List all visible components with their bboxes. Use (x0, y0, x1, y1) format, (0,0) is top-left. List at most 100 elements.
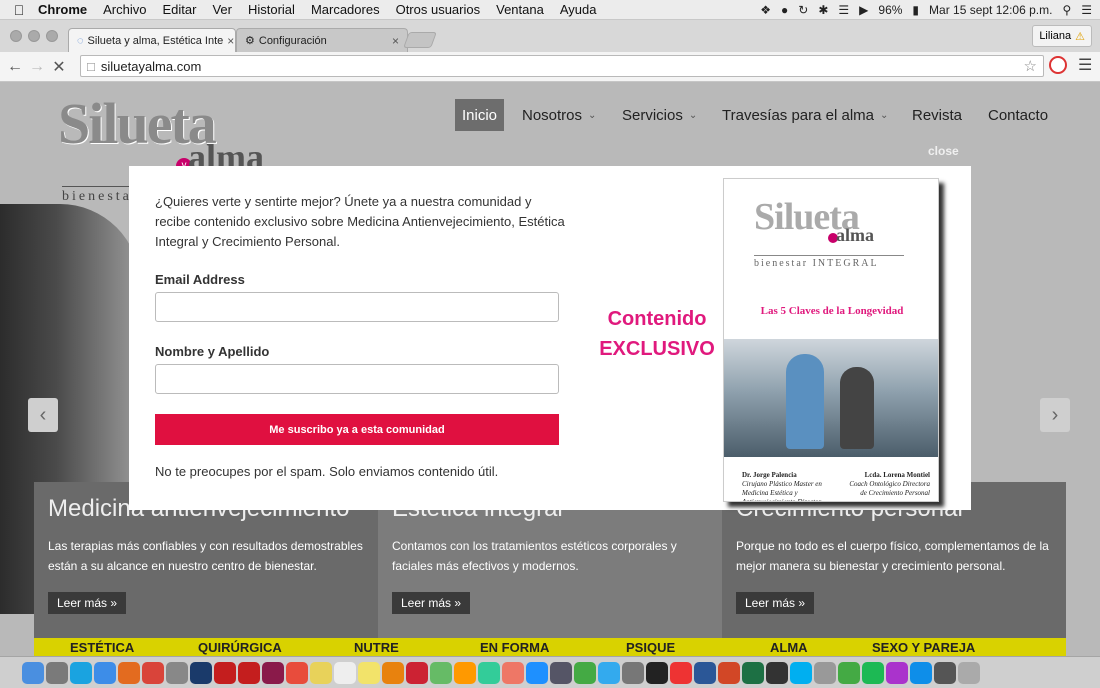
preview-icon[interactable] (166, 661, 188, 684)
back-arrow-icon[interactable]: ← (4, 56, 26, 78)
menu-ver[interactable]: Ver (204, 2, 240, 17)
maps-icon[interactable] (574, 661, 596, 684)
finder-icon[interactable] (22, 661, 44, 684)
amazon-icon[interactable] (454, 661, 476, 684)
ibooks-icon[interactable] (502, 661, 524, 684)
close-window-button[interactable] (10, 30, 22, 42)
tab-configuracion[interactable]: ⚙ Configuración × (236, 28, 408, 52)
nav-travesias[interactable]: Travesías para el alma ⌄ (722, 99, 888, 131)
iphone-icon[interactable] (934, 661, 956, 684)
terminal-icon[interactable] (766, 661, 788, 684)
category-quirurgica[interactable]: QUIRÚRGICA (198, 640, 282, 655)
appstore-icon[interactable] (526, 661, 548, 684)
radiation-icon[interactable] (646, 661, 668, 684)
tab-close-icon[interactable]: × (392, 34, 399, 48)
popcorn-icon[interactable] (670, 661, 692, 684)
read-more-button[interactable]: Leer más » (48, 592, 127, 614)
photos-icon[interactable] (430, 661, 452, 684)
textedit-icon[interactable] (334, 661, 356, 684)
apple-icon[interactable]:  (8, 2, 30, 18)
nav-contacto[interactable]: Contacto (988, 99, 1048, 131)
category-en-forma[interactable]: EN FORMA (480, 640, 549, 655)
category-psique[interactable]: PSIQUE (626, 640, 675, 655)
slider-next-button[interactable]: › (1040, 398, 1070, 432)
system-icon[interactable] (814, 661, 836, 684)
acrobat-icon[interactable] (214, 661, 236, 684)
battery-percent[interactable]: 96% (878, 3, 902, 17)
downloads-icon[interactable] (598, 661, 620, 684)
menu-marcadores[interactable]: Marcadores (303, 2, 388, 17)
read-more-button[interactable]: Leer más » (736, 592, 815, 614)
spotlight-icon[interactable]: ⚲ (1062, 3, 1071, 17)
menu-historial[interactable]: Historial (240, 2, 303, 17)
address-bar[interactable]: □ siluetayalma.com ☆ (80, 55, 1044, 77)
calendar-icon[interactable] (286, 661, 308, 684)
messages-icon[interactable] (838, 661, 860, 684)
menu-hamburger-icon[interactable]: ☰ (1078, 55, 1092, 75)
imovie-icon[interactable] (550, 661, 572, 684)
excel-icon[interactable] (742, 661, 764, 684)
indesign-icon[interactable] (262, 661, 284, 684)
minimize-window-button[interactable] (28, 30, 40, 42)
menu-archivo[interactable]: Archivo (95, 2, 154, 17)
pinwheel-icon[interactable] (406, 661, 428, 684)
clock[interactable]: Mar 15 sept 12:06 p.m. (929, 3, 1052, 17)
forward-arrow-icon[interactable]: → (26, 56, 48, 78)
skype-blue-icon[interactable] (790, 661, 812, 684)
wifi-icon[interactable]: ☰ (838, 3, 849, 17)
subscribe-button[interactable]: Me suscribo ya a esta comunidad (155, 414, 559, 445)
category-nutre[interactable]: NUTRE (354, 640, 399, 655)
dropbox-icon[interactable]: ❖ (760, 3, 771, 17)
modal-close-link[interactable]: close (928, 144, 959, 158)
stickies-icon[interactable] (358, 661, 380, 684)
photoshop-icon[interactable] (190, 661, 212, 684)
bookmark-star-icon[interactable]: ☆ (1024, 57, 1037, 75)
powerpoint-icon[interactable] (718, 661, 740, 684)
safari-icon[interactable] (94, 661, 116, 684)
word-icon[interactable] (694, 661, 716, 684)
notes-icon[interactable] (310, 661, 332, 684)
skype-icon[interactable] (70, 661, 92, 684)
menu-editar[interactable]: Editar (154, 2, 204, 17)
read-more-button[interactable]: Leer más » (392, 592, 471, 614)
launchpad-icon[interactable] (46, 661, 68, 684)
name-input[interactable] (155, 364, 559, 394)
menu-chrome[interactable]: Chrome (30, 2, 95, 17)
screen-icon[interactable] (886, 661, 908, 684)
menu-otros-usuarios[interactable]: Otros usuarios (388, 2, 489, 17)
slider-prev-button[interactable]: ‹ (28, 398, 58, 432)
volume-icon[interactable]: ▶ (859, 3, 868, 17)
tab-close-icon[interactable]: × (227, 34, 234, 48)
nav-inicio[interactable]: Inicio (455, 99, 505, 131)
chrome-icon[interactable] (142, 661, 164, 684)
tab-silueta[interactable]: ◌ Silueta y alma, Estética Inte × (68, 28, 236, 52)
time-machine-icon[interactable]: ↻ (798, 3, 808, 17)
trash-icon[interactable] (958, 661, 980, 684)
menu-ventana[interactable]: Ventana (488, 2, 552, 17)
profile-button[interactable]: Liliana ⚠ (1032, 25, 1092, 47)
nav-nosotros[interactable]: Nosotros ⌄ (522, 99, 596, 131)
skype-status-icon[interactable]: ● (781, 3, 788, 17)
stop-icon[interactable]: ✕ (48, 56, 70, 78)
nav-servicios[interactable]: Servicios ⌄ (622, 99, 697, 131)
reader-icon[interactable] (238, 661, 260, 684)
menu-ayuda[interactable]: Ayuda (552, 2, 605, 17)
email-input[interactable] (155, 292, 559, 322)
category-alma[interactable]: ALMA (770, 640, 808, 655)
notification-center-icon[interactable]: ☰ (1081, 3, 1092, 17)
warning-icon: ⚠ (1075, 30, 1085, 43)
zoom-window-button[interactable] (46, 30, 58, 42)
firefox-icon[interactable] (118, 661, 140, 684)
vlc-icon[interactable] (382, 661, 404, 684)
teamviewer-icon[interactable] (910, 661, 932, 684)
nav-revista[interactable]: Revista (912, 99, 962, 131)
bluetooth-icon[interactable]: ✱ (818, 3, 828, 17)
quicktime-icon[interactable] (622, 661, 644, 684)
itunes-icon[interactable] (478, 661, 500, 684)
battery-icon[interactable]: ▮ (912, 3, 919, 17)
new-tab-button[interactable] (403, 32, 437, 48)
category-estetica[interactable]: ESTÉTICA (70, 640, 134, 655)
spotify-icon[interactable] (862, 661, 884, 684)
category-sexo-pareja[interactable]: SEXO Y PAREJA (872, 640, 975, 655)
extension-icon[interactable] (1049, 56, 1067, 74)
